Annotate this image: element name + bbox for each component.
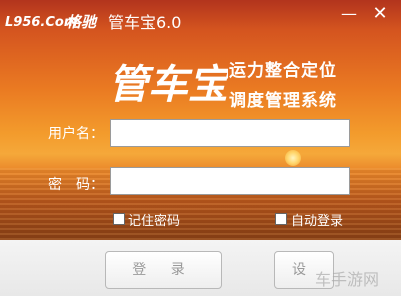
subtitle-line1: 运力整合定位 (229, 61, 337, 81)
watermark: 车手游网 (315, 270, 380, 289)
login-window: L956.Com 格驰 管车宝6.0 — ✕ 管车宝 运力整合定位 调度管理系统… (0, 0, 401, 296)
svg-text:管车宝: 管车宝 (108, 62, 228, 108)
product-logo-mark: 管车宝 (108, 62, 228, 108)
remember-password-label[interactable]: 记住密码 (128, 210, 180, 229)
auto-login-checkbox[interactable] (275, 213, 287, 225)
auto-login-label[interactable]: 自动登录 (291, 210, 343, 229)
username-input[interactable] (110, 119, 350, 147)
brand-logo: L956.Com 格驰 (5, 13, 98, 31)
sun-decoration (285, 150, 301, 166)
password-label: 密 码： (48, 177, 104, 193)
subtitle-line2: 调度管理系统 (229, 91, 337, 111)
window-title: 管车宝6.0 (108, 13, 182, 32)
login-button[interactable]: 登 录 (105, 251, 222, 289)
username-label: 用户名： (48, 126, 104, 142)
svg-text:格驰: 格驰 (66, 13, 98, 31)
close-button[interactable]: ✕ (371, 5, 389, 23)
remember-password-checkbox[interactable] (113, 213, 125, 225)
minimize-button[interactable]: — (340, 6, 358, 22)
password-input[interactable] (110, 167, 350, 195)
